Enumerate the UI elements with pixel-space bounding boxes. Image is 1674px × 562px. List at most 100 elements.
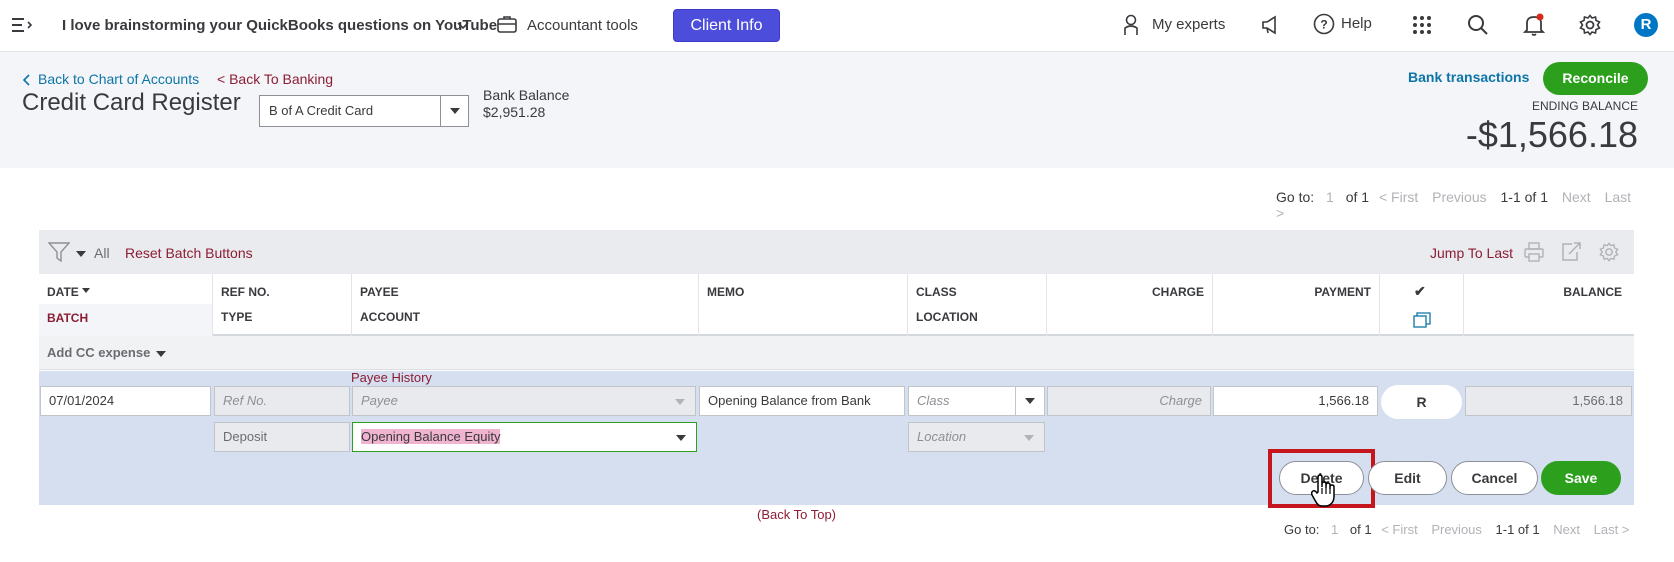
export-icon[interactable] bbox=[1560, 241, 1582, 266]
megaphone-icon[interactable] bbox=[1260, 15, 1282, 38]
reconcile-status-toggle[interactable]: R bbox=[1381, 385, 1462, 419]
help-link[interactable]: Help bbox=[1341, 15, 1372, 32]
col-payment: PAYMENT bbox=[1314, 285, 1371, 299]
page-of-label: of 1 bbox=[1349, 522, 1372, 537]
edit-button[interactable]: Edit bbox=[1368, 461, 1447, 495]
class-select[interactable]: Class bbox=[908, 386, 1045, 416]
account-value: Opening Balance Equity bbox=[361, 429, 501, 444]
previous-page-link[interactable]: Previous bbox=[1432, 189, 1486, 205]
next-page-link[interactable]: Next bbox=[1553, 522, 1580, 537]
payee-history-link[interactable]: Payee History bbox=[351, 370, 432, 385]
page-number-input[interactable]: 1 bbox=[1331, 522, 1338, 537]
date-input[interactable]: 07/01/2024 bbox=[40, 386, 211, 416]
account-select-value: B of A Credit Card bbox=[269, 103, 374, 118]
column-divider bbox=[351, 274, 352, 336]
copy-icon[interactable] bbox=[1413, 312, 1431, 331]
column-divider bbox=[1046, 274, 1047, 336]
balance-value: 1,566.18 bbox=[1572, 393, 1623, 408]
account-select[interactable]: B of A Credit Card bbox=[259, 95, 469, 127]
cancel-button[interactable]: Cancel bbox=[1451, 461, 1538, 495]
previous-page-link[interactable]: Previous bbox=[1431, 522, 1482, 537]
payment-value: 1,566.18 bbox=[1318, 393, 1369, 408]
chevron-down-icon[interactable] bbox=[675, 399, 685, 405]
class-placeholder: Class bbox=[917, 393, 950, 408]
column-divider bbox=[907, 274, 908, 336]
settings-gear-icon[interactable] bbox=[1599, 242, 1619, 265]
pagination-bottom: Go to: 1 of 1 < First Previous 1-1 of 1 … bbox=[1284, 522, 1644, 537]
ref-no-input[interactable]: Ref No. bbox=[214, 386, 350, 416]
col-account: ACCOUNT bbox=[360, 310, 420, 324]
chevron-down-icon[interactable] bbox=[676, 435, 686, 441]
bank-balance-value: $2,951.28 bbox=[483, 104, 546, 120]
jump-to-last-link[interactable]: Jump To Last bbox=[1430, 245, 1513, 261]
svg-text:?: ? bbox=[1320, 18, 1327, 32]
page-range-label: 1-1 of 1 bbox=[1495, 522, 1540, 537]
first-page-link[interactable]: < First bbox=[1379, 189, 1418, 205]
column-headers bbox=[39, 274, 1634, 336]
col-ref-no: REF NO. bbox=[221, 285, 270, 299]
location-placeholder: Location bbox=[917, 429, 967, 444]
client-info-button[interactable]: Client Info bbox=[673, 9, 780, 42]
add-cc-expense-dropdown[interactable]: Add CC expense bbox=[47, 345, 150, 360]
reconcile-button[interactable]: Reconcile bbox=[1543, 62, 1648, 95]
payment-input[interactable]: 1,566.18 bbox=[1213, 386, 1378, 416]
my-experts-link[interactable]: My experts bbox=[1152, 16, 1225, 33]
filter-all-label: All bbox=[94, 245, 110, 261]
reset-batch-buttons-link[interactable]: Reset Batch Buttons bbox=[125, 245, 253, 261]
col-reconcile-check: ✔ bbox=[1414, 283, 1426, 299]
accountant-tools-link[interactable]: Accountant tools bbox=[527, 17, 638, 34]
company-name[interactable]: I love brainstorming your QuickBooks que… bbox=[62, 17, 497, 34]
briefcase-icon[interactable] bbox=[496, 14, 518, 37]
bank-transactions-link[interactable]: Bank transactions bbox=[1408, 69, 1529, 85]
page-number-input[interactable]: 1 bbox=[1326, 189, 1334, 205]
col-balance: BALANCE bbox=[1563, 285, 1622, 299]
col-date[interactable]: DATE bbox=[47, 285, 79, 299]
bank-balance-label: Bank Balance bbox=[483, 87, 570, 103]
search-icon[interactable] bbox=[1467, 14, 1489, 39]
filter-funnel-icon[interactable] bbox=[47, 242, 71, 265]
memo-value: Opening Balance from Bank bbox=[708, 393, 871, 408]
help-icon[interactable]: ? bbox=[1313, 13, 1335, 38]
col-batch[interactable]: BATCH bbox=[47, 311, 88, 325]
page-range-label: 1-1 of 1 bbox=[1500, 189, 1548, 205]
register-header: Back to Chart of Accounts < Back To Bank… bbox=[0, 52, 1674, 168]
col-class: CLASS bbox=[916, 285, 957, 299]
dropdown-arrow-icon[interactable] bbox=[440, 96, 468, 126]
page-of-label: of 1 bbox=[1345, 189, 1370, 205]
charge-input[interactable]: Charge bbox=[1047, 386, 1211, 416]
col-memo: MEMO bbox=[707, 285, 745, 299]
gear-icon[interactable] bbox=[1579, 14, 1601, 39]
goto-label: Go to: bbox=[1276, 189, 1315, 205]
memo-input[interactable]: Opening Balance from Bank bbox=[699, 386, 905, 416]
back-to-top-link[interactable]: (Back To Top) bbox=[757, 507, 836, 522]
payee-input[interactable]: Payee bbox=[352, 386, 696, 416]
pagination-top: Go to: 1 of 1 < First Previous 1-1 of 1 … bbox=[1276, 189, 1636, 221]
hand-cursor-icon bbox=[1310, 474, 1336, 511]
printer-icon[interactable] bbox=[1524, 242, 1544, 265]
user-avatar[interactable]: R bbox=[1634, 13, 1658, 37]
chevron-down-icon[interactable] bbox=[1024, 435, 1034, 441]
location-select[interactable]: Location bbox=[908, 422, 1045, 452]
balance-field: 1,566.18 bbox=[1465, 386, 1632, 416]
next-page-link[interactable]: Next bbox=[1562, 189, 1591, 205]
chevron-down-icon[interactable] bbox=[1025, 398, 1035, 404]
chevron-down-icon[interactable] bbox=[457, 19, 469, 34]
save-button[interactable]: Save bbox=[1541, 461, 1621, 495]
first-page-link[interactable]: < First bbox=[1381, 522, 1417, 537]
ref-no-placeholder: Ref No. bbox=[223, 393, 268, 408]
person-icon[interactable] bbox=[1122, 14, 1140, 39]
column-divider bbox=[212, 274, 213, 336]
col-location: LOCATION bbox=[916, 310, 978, 324]
page-title: Credit Card Register bbox=[22, 89, 241, 116]
account-select-input[interactable]: Opening Balance Equity bbox=[352, 422, 697, 452]
last-page-link[interactable]: Last > bbox=[1594, 522, 1630, 537]
charge-placeholder: Charge bbox=[1159, 393, 1202, 408]
back-to-banking-link[interactable]: < Back To Banking bbox=[217, 71, 333, 87]
add-transaction-row: Add CC expense bbox=[39, 336, 1634, 370]
apps-grid-icon[interactable] bbox=[1412, 15, 1432, 38]
top-navigation: I love brainstorming your QuickBooks que… bbox=[0, 0, 1674, 52]
back-to-chart-link[interactable]: Back to Chart of Accounts bbox=[38, 71, 199, 87]
menu-collapse-icon[interactable] bbox=[12, 15, 34, 35]
notifications-bell-icon[interactable] bbox=[1522, 13, 1546, 40]
register-toolbar: All Reset Batch Buttons Jump To Last bbox=[39, 230, 1634, 274]
